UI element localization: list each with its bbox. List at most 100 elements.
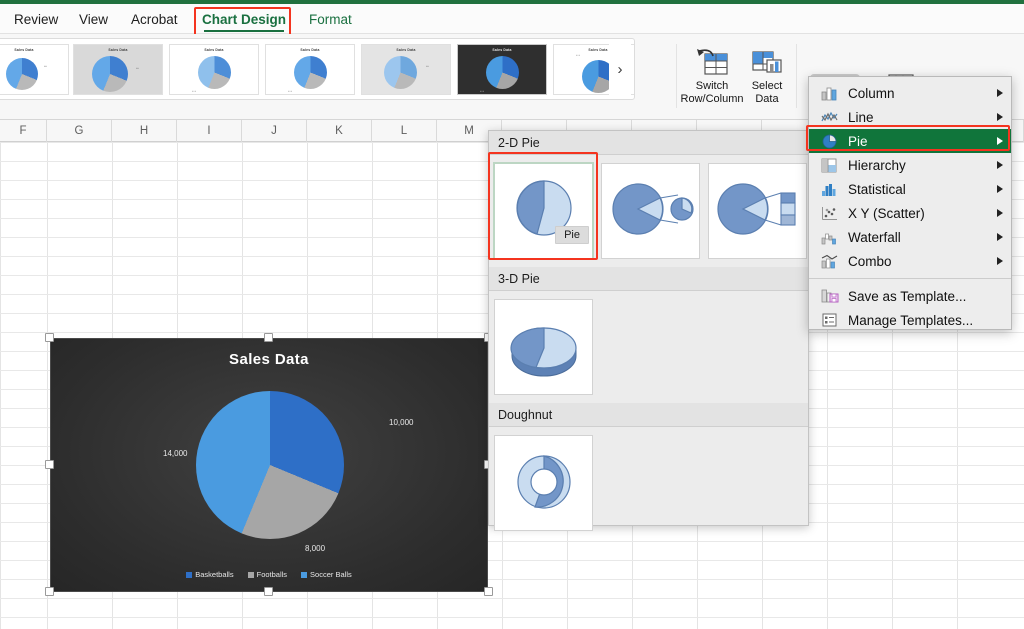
legend-swatch-icon <box>186 571 193 578</box>
chart-style-thumbnail[interactable]: Sales Data ▪ ▪ ▪ <box>265 44 355 95</box>
thumbnail-pie <box>92 56 128 92</box>
doughnut-preview-icon <box>517 455 571 509</box>
chart-style-thumbnail[interactable]: Sales Data ▪▪▪ <box>73 44 163 95</box>
column-header-L[interactable]: L <box>372 120 437 142</box>
tab-acrobat[interactable]: Acrobat <box>127 4 182 34</box>
tab-format[interactable]: Format <box>305 4 356 34</box>
manage-templates-icon <box>821 312 840 329</box>
menu-item-statistical[interactable]: Statistical <box>809 177 1011 201</box>
submenu-arrow-icon <box>997 257 1003 265</box>
submenu-arrow-icon <box>997 137 1003 145</box>
chart-legend[interactable]: Basketballs Footballs Soccer Balls <box>51 570 487 579</box>
change-chart-type-menu[interactable]: Column Line Pie Hierarchy Statistical X … <box>808 76 1012 330</box>
tab-chart-design-label: Chart Design <box>202 11 287 27</box>
thumbnail-title: Sales Data <box>14 48 34 52</box>
chart-object[interactable]: Sales Data 10,000 14,000 8,000 Basketbal… <box>50 338 488 592</box>
legend-label: Footballs <box>256 570 288 579</box>
chart-resize-handle-ml[interactable] <box>45 460 54 469</box>
thumbnail-title: Sales Data <box>492 48 512 52</box>
chart-resize-handle-bc[interactable] <box>264 587 273 596</box>
chart-type-bar-of-pie[interactable] <box>708 163 807 259</box>
menu-item-label: Manage Templates... <box>848 312 974 328</box>
menu-item-save-as-template[interactable]: Save as Template... <box>809 284 1011 308</box>
chart-title: Sales Data <box>229 351 309 368</box>
thumbnail-legend: ▪▪▪ <box>426 65 429 68</box>
tab-chart-design[interactable]: Chart Design <box>198 4 290 34</box>
menu-item-waterfall[interactable]: Waterfall <box>809 225 1011 249</box>
submenu-arrow-icon <box>997 113 1003 121</box>
menu-item-label: Save as Template... <box>848 288 967 304</box>
chart-type-pie-of-pie[interactable] <box>601 163 700 259</box>
chart-type-pie[interactable]: Pie <box>493 162 594 260</box>
chart-resize-handle-tl[interactable] <box>45 333 54 342</box>
column-header-J[interactable]: J <box>242 120 307 142</box>
scatter-chart-icon <box>821 205 840 222</box>
submenu-row-2d-pie: Pie <box>489 155 808 267</box>
section-label: Doughnut <box>498 407 553 422</box>
legend-item-soccerballs[interactable]: Soccer Balls <box>301 570 352 579</box>
column-header-I[interactable]: I <box>177 120 242 142</box>
tab-review-label: Review <box>14 11 59 27</box>
menu-item-label: Waterfall <box>848 229 901 245</box>
column-chart-icon <box>821 85 840 102</box>
menu-item-column[interactable]: Column <box>809 81 1011 105</box>
legend-label: Soccer Balls <box>310 570 352 579</box>
statistical-chart-icon <box>821 181 840 198</box>
thumbnail-legend: ▪ ▪ ▪ <box>576 54 581 57</box>
submenu-row-doughnut <box>489 427 808 539</box>
thumbnail-legend: ▪ ▪ ▪ <box>480 90 485 93</box>
menu-item-combo[interactable]: Combo <box>809 249 1011 273</box>
submenu-section-heading-2d-pie: 2-D Pie <box>489 131 808 155</box>
chart-type-doughnut[interactable] <box>494 435 593 531</box>
menu-item-hierarchy[interactable]: Hierarchy <box>809 153 1011 177</box>
thumbnail-title: Sales Data <box>108 48 128 52</box>
save-template-icon <box>821 288 840 305</box>
column-header-G[interactable]: G <box>47 120 112 142</box>
menu-item-pie[interactable]: Pie <box>809 129 1011 153</box>
menu-item-manage-templates[interactable]: Manage Templates... <box>809 308 1011 332</box>
pie-slices[interactable] <box>196 391 344 539</box>
grid-column-line <box>0 142 1 629</box>
ribbon-divider <box>676 44 677 108</box>
thumbnail-pie <box>486 56 519 89</box>
menu-item-label: Hierarchy <box>848 157 906 173</box>
submenu-section-heading-3d-pie: 3-D Pie <box>489 267 808 291</box>
menu-item-label: X Y (Scatter) <box>848 205 925 221</box>
select-data-icon <box>751 40 783 78</box>
select-data-button[interactable]: Select Data <box>744 40 790 105</box>
menu-item-label: Pie <box>848 133 868 149</box>
chart-style-thumbnail[interactable]: Sales Data ▪▪▪ <box>361 44 451 95</box>
chart-resize-handle-tc[interactable] <box>264 333 273 342</box>
pie-chart-plot-area[interactable] <box>196 391 344 539</box>
pie-chart-type-submenu[interactable]: 2-D Pie Pie 3-D Pie Doughnut <box>488 130 809 531</box>
section-label: 3-D Pie <box>498 271 540 286</box>
chart-resize-handle-bl[interactable] <box>45 587 54 596</box>
thumbnail-pie <box>198 56 231 89</box>
chart-style-thumbnail[interactable]: Sales Data ▪▪▪ <box>0 44 69 95</box>
tab-review[interactable]: Review <box>10 4 62 34</box>
section-label: 2-D Pie <box>498 135 540 150</box>
ribbon-divider-2 <box>796 44 797 108</box>
chart-style-thumbnail-selected[interactable]: Sales Data ▪ ▪ ▪ <box>457 44 547 95</box>
chart-style-thumbnail[interactable]: Sales Data ▪ ▪ ▪ <box>169 44 259 95</box>
column-header-H[interactable]: H <box>112 120 177 142</box>
column-header-F[interactable]: F <box>0 120 47 142</box>
hierarchy-chart-icon <box>821 157 840 174</box>
chart-resize-handle-br[interactable] <box>484 587 493 596</box>
menu-item-xy-scatter[interactable]: X Y (Scatter) <box>809 201 1011 225</box>
ribbon-tab-bar: Review View Acrobat Chart Design Format <box>0 4 1024 36</box>
column-header-K[interactable]: K <box>307 120 372 142</box>
chart-styles-gallery[interactable]: Sales Data ▪▪▪ Sales Data ▪▪▪ Sales Data… <box>0 38 635 100</box>
chart-type-pie-3d[interactable] <box>494 299 593 395</box>
gallery-scroll-right-button[interactable]: › <box>609 44 631 95</box>
menu-item-line[interactable]: Line <box>809 105 1011 129</box>
grid-column-line <box>47 142 48 629</box>
tab-active-underline <box>204 29 285 32</box>
menu-item-label: Combo <box>848 253 892 269</box>
switch-row-column-button[interactable]: Switch Row/Column <box>681 40 743 105</box>
tab-view[interactable]: View <box>75 4 112 34</box>
legend-item-basketballs[interactable]: Basketballs <box>186 570 234 579</box>
thumbnail-title: Sales Data <box>204 48 224 52</box>
combo-chart-icon <box>821 253 840 270</box>
legend-item-footballs[interactable]: Footballs <box>247 570 288 579</box>
